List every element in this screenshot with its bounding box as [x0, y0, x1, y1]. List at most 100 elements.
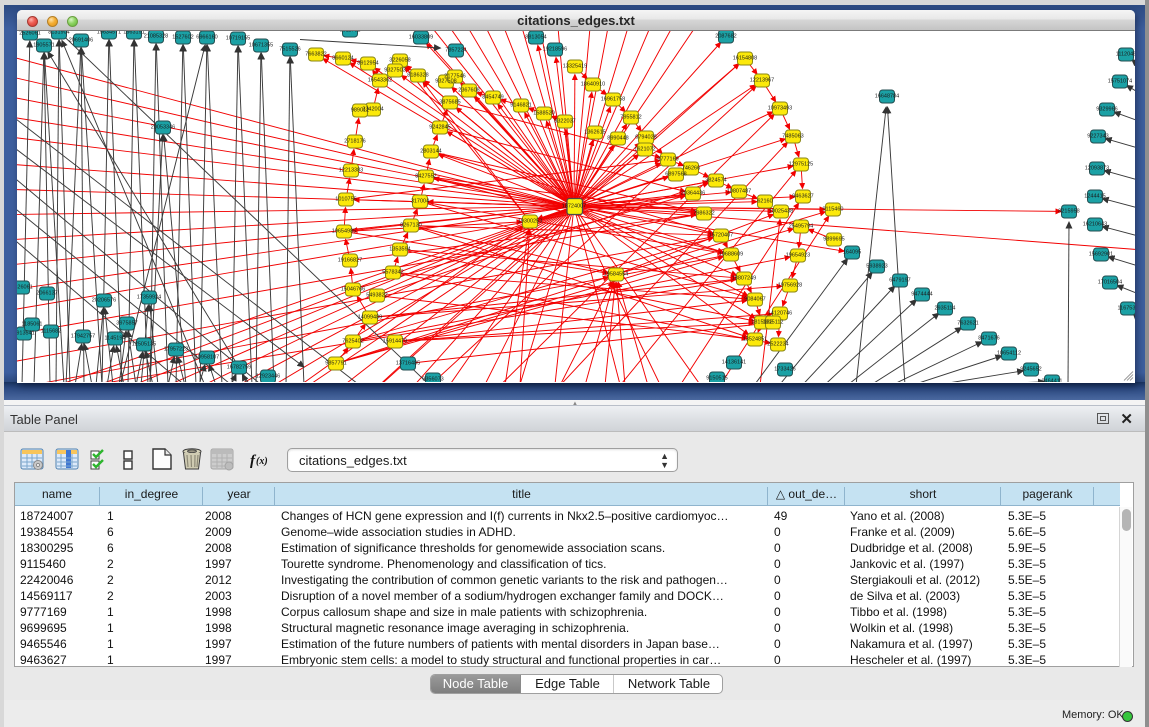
svg-text:1588520: 1588520 [533, 111, 554, 117]
svg-text:12975125: 12975125 [789, 162, 813, 168]
svg-text:9084067: 9084067 [744, 297, 765, 303]
svg-text:1353594: 1353594 [389, 247, 410, 253]
svg-text:18640910: 18640910 [581, 82, 605, 88]
svg-text:19654985: 19654985 [332, 229, 356, 235]
svg-text:1815112: 1815112 [762, 320, 783, 326]
svg-text:12213967: 12213967 [750, 78, 774, 84]
svg-text:6794028: 6794028 [635, 135, 656, 141]
svg-text:8215958: 8215958 [1058, 209, 1079, 215]
svg-text:15720407: 15720407 [709, 233, 733, 239]
svg-text:1733426: 1733426 [774, 367, 795, 373]
svg-text:9611792: 9611792 [339, 31, 360, 34]
svg-text:8186328: 8186328 [407, 73, 428, 79]
svg-text:18807249: 18807249 [732, 276, 756, 282]
svg-text:8813054: 8813054 [525, 35, 546, 41]
svg-text:9356073: 9356073 [422, 377, 443, 383]
svg-text:7632621: 7632621 [957, 321, 978, 327]
svg-text:19756928: 19756928 [778, 283, 802, 289]
svg-text:3913541: 3913541 [17, 331, 35, 337]
svg-text:16961758: 16961758 [601, 97, 625, 103]
svg-text:2526061: 2526061 [19, 31, 40, 37]
svg-text:8990448: 8990448 [607, 136, 628, 142]
svg-text:9227343: 9227343 [1087, 134, 1108, 140]
svg-text:15751074: 15751074 [1108, 79, 1132, 85]
svg-text:16543362: 16543362 [368, 78, 392, 84]
svg-text:8912954: 8912954 [357, 61, 378, 67]
svg-text:9115460: 9115460 [822, 207, 843, 213]
svg-text:20691406: 20691406 [69, 38, 93, 44]
svg-text:19166827: 19166827 [338, 258, 362, 264]
svg-text:2935114: 2935114 [934, 306, 955, 312]
svg-text:3875685: 3875685 [439, 100, 460, 106]
svg-text:19654923: 19654923 [786, 253, 810, 259]
svg-text:16782759: 16782759 [227, 365, 251, 371]
svg-text:(x): (x) [256, 456, 268, 467]
svg-text:17942757: 17942757 [71, 334, 95, 340]
svg-text:17957223: 17957223 [164, 347, 188, 353]
svg-text:14120746: 14120746 [768, 311, 792, 317]
svg-text:10973493: 10973493 [768, 106, 792, 112]
svg-text:9242845: 9242845 [429, 125, 450, 131]
svg-text:1185061: 1185061 [21, 322, 42, 328]
svg-text:16033809: 16033809 [409, 35, 433, 41]
svg-text:9474444: 9474444 [911, 292, 932, 298]
svg-text:5938923: 5938923 [866, 264, 887, 270]
svg-text:10654112: 10654112 [997, 351, 1021, 357]
svg-text:9857791: 9857791 [325, 361, 346, 367]
svg-text:5493822: 5493822 [366, 293, 387, 299]
svg-text:6479197: 6479197 [889, 278, 910, 284]
svg-text:7485063: 7485063 [782, 134, 803, 140]
svg-text:25495794: 25495794 [789, 224, 813, 230]
svg-text:17016504: 17016504 [1098, 280, 1122, 286]
svg-text:19300253: 19300253 [518, 219, 542, 225]
svg-text:19634571: 19634571 [97, 31, 121, 36]
svg-text:62160: 62160 [757, 199, 772, 205]
svg-text:1167533: 1167533 [1117, 306, 1135, 312]
svg-text:8131904: 8131904 [48, 31, 69, 36]
svg-text:1010755: 1010755 [335, 197, 356, 203]
svg-text:9150515: 9150515 [706, 376, 727, 382]
svg-text:1145194: 1145194 [104, 336, 125, 342]
svg-text:19218596: 19218596 [543, 47, 567, 53]
svg-text:12093873: 12093873 [1085, 166, 1109, 172]
svg-text:2803144: 2803144 [420, 149, 441, 155]
svg-text:9463627: 9463627 [792, 194, 813, 200]
svg-text:5578342: 5578342 [382, 270, 403, 276]
svg-text:2066137: 2066137 [36, 291, 57, 297]
svg-text:317004: 317004 [411, 199, 429, 205]
svg-text:10671355: 10671355 [249, 43, 273, 49]
svg-text:15692901: 15692901 [1089, 252, 1113, 258]
svg-text:9327503: 9327503 [384, 68, 405, 74]
svg-text:1244415: 1244415 [1084, 194, 1105, 200]
svg-text:17359924: 17359924 [137, 295, 161, 301]
svg-text:9329966: 9329966 [1096, 107, 1117, 113]
svg-text:8471676: 8471676 [978, 336, 999, 342]
svg-text:989012: 989012 [351, 108, 369, 114]
svg-text:12923446: 12923446 [256, 374, 280, 380]
svg-text:1115682: 1115682 [41, 329, 62, 335]
svg-text:3226058: 3226058 [389, 58, 410, 64]
svg-text:10025438: 10025438 [769, 209, 793, 215]
svg-text:20206576: 20206576 [92, 298, 116, 304]
svg-text:13524851: 13524851 [743, 337, 767, 343]
svg-text:13325419: 13325419 [563, 64, 587, 70]
svg-text:9245652: 9245652 [1020, 367, 1041, 373]
svg-text:15046766: 15046766 [341, 287, 365, 293]
svg-text:3975857: 3975857 [116, 321, 137, 327]
svg-text:9899695: 9899695 [823, 237, 844, 243]
svg-text:18724007: 18724007 [562, 204, 586, 210]
svg-text:10958107: 10958107 [195, 355, 219, 361]
svg-text:1112046: 1112046 [1116, 52, 1135, 58]
svg-text:9146821: 9146821 [510, 103, 531, 109]
svg-text:7955812: 7955812 [620, 115, 641, 121]
svg-text:10719155: 10719155 [226, 36, 250, 42]
svg-text:7857224: 7857224 [445, 48, 466, 54]
svg-text:1527602: 1527602 [172, 35, 193, 41]
svg-text:1621072: 1621072 [634, 147, 655, 153]
svg-text:21085328: 21085328 [144, 34, 168, 40]
svg-text:8660124: 8660124 [332, 56, 353, 62]
svg-text:7515526: 7515526 [279, 47, 300, 53]
svg-text:8454749: 8454749 [482, 95, 503, 101]
svg-text:8267130: 8267130 [400, 223, 421, 229]
svg-text:16210643: 16210643 [1083, 222, 1107, 228]
